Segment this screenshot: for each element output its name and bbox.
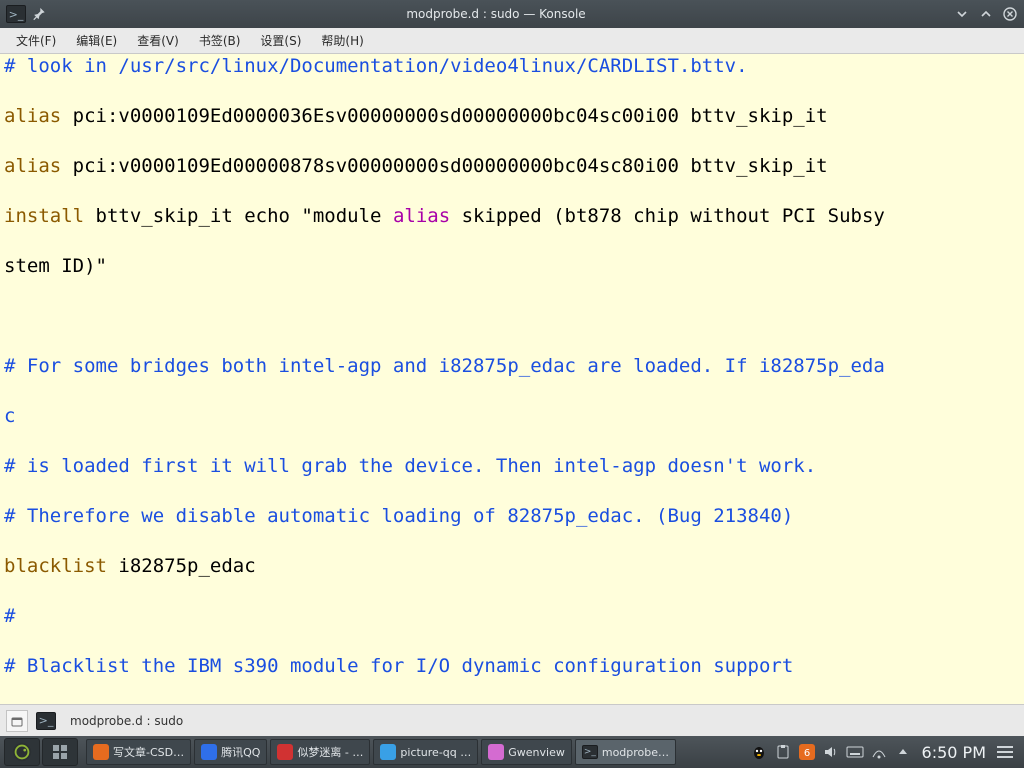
menu-settings[interactable]: 设置(S) xyxy=(250,32,311,49)
task-label: 腾讯QQ xyxy=(221,744,260,760)
minimize-button[interactable] xyxy=(954,6,970,22)
task-app-icon xyxy=(201,744,217,760)
tray-app-orange-icon[interactable]: 6 xyxy=(798,743,816,761)
terminal-line: # xyxy=(4,604,1020,629)
menubar: 文件(F) 编辑(E) 查看(V) 书签(B) 设置(S) 帮助(H) xyxy=(0,28,1024,54)
close-button[interactable] xyxy=(1002,6,1018,22)
task-app-icon xyxy=(380,744,396,760)
terminal-line: alias pci:v0000109Ed00000878sv00000000sd… xyxy=(4,154,1020,179)
tray-qq-icon[interactable] xyxy=(750,743,768,761)
task-label: modprobe… xyxy=(602,746,669,759)
app-icon: >_ xyxy=(6,5,26,23)
task-app-icon xyxy=(93,744,109,760)
activity-button[interactable] xyxy=(42,738,78,766)
tab-label[interactable]: modprobe.d : sudo xyxy=(64,714,189,728)
maximize-button[interactable] xyxy=(978,6,994,22)
clock[interactable]: 6:50 PM xyxy=(918,743,990,762)
menu-help[interactable]: 帮助(H) xyxy=(311,32,373,49)
terminal-line: # look in /usr/src/linux/Documentation/v… xyxy=(4,54,1020,79)
system-tray: 6 6:50 PM xyxy=(750,743,1020,762)
task-app-icon xyxy=(488,744,504,760)
taskbar-task[interactable]: 腾讯QQ xyxy=(194,739,267,765)
task-label: 似梦迷离 - … xyxy=(297,744,363,760)
menu-file[interactable]: 文件(F) xyxy=(6,32,66,49)
tray-keyboard-icon[interactable] xyxy=(846,743,864,761)
task-label: Gwenview xyxy=(508,746,565,759)
window-titlebar: >_ modprobe.d : sudo — Konsole xyxy=(0,0,1024,28)
task-label: picture-qq … xyxy=(400,746,471,759)
taskbar-task[interactable]: >_ modprobe… xyxy=(575,739,676,765)
task-app-icon: >_ xyxy=(582,744,598,760)
taskbar: 写文章-CSD… 腾讯QQ 似梦迷离 - … picture-qq … Gwenview… xyxy=(0,736,1024,768)
opensuse-icon xyxy=(11,741,33,763)
menu-bookmarks[interactable]: 书签(B) xyxy=(189,32,251,49)
tab-strip: >_ modprobe.d : sudo xyxy=(0,704,1024,736)
terminal-line: install bttv_skip_it echo "module alias … xyxy=(4,204,1020,229)
menu-edit[interactable]: 编辑(E) xyxy=(66,32,127,49)
terminal-line: c xyxy=(4,404,1020,429)
grid-icon xyxy=(52,744,68,760)
terminal-line: blacklist i82875p_edac xyxy=(4,554,1020,579)
svg-text:6: 6 xyxy=(803,748,809,759)
terminal-view[interactable]: # look in /usr/src/linux/Documentation/v… xyxy=(0,54,1024,704)
window-title: modprobe.d : sudo — Konsole xyxy=(46,7,946,21)
taskbar-task[interactable]: Gwenview xyxy=(481,739,572,765)
new-tab-button[interactable] xyxy=(6,710,28,732)
terminal-line: # For some bridges both intel-agp and i8… xyxy=(4,354,1020,379)
taskbar-task[interactable]: picture-qq … xyxy=(373,739,478,765)
terminal-line: stem ID)" xyxy=(4,254,1020,279)
taskbar-task[interactable]: 写文章-CSD… xyxy=(86,739,191,765)
terminal-line: # Blacklist the IBM s390 module for I/O … xyxy=(4,654,1020,679)
task-app-icon xyxy=(277,744,293,760)
terminal-line: alias pci:v0000109Ed0000036Esv00000000sd… xyxy=(4,104,1020,129)
tray-up-icon[interactable] xyxy=(894,743,912,761)
terminal-line: # is loaded first it will grab the devic… xyxy=(4,454,1020,479)
tab-icon: >_ xyxy=(36,712,56,730)
tray-clipboard-icon[interactable] xyxy=(774,743,792,761)
task-label: 写文章-CSD… xyxy=(113,744,184,760)
terminal-line xyxy=(4,304,1020,329)
tray-network-icon[interactable] xyxy=(870,743,888,761)
newtab-icon xyxy=(11,715,23,727)
terminal-line: # Therefore we disable automatic loading… xyxy=(4,504,1020,529)
start-button[interactable] xyxy=(4,738,40,766)
pin-icon xyxy=(32,7,46,21)
menu-view[interactable]: 查看(V) xyxy=(127,32,189,49)
panel-menu-icon[interactable] xyxy=(996,743,1014,761)
taskbar-task[interactable]: 似梦迷离 - … xyxy=(270,739,370,765)
tray-volume-icon[interactable] xyxy=(822,743,840,761)
